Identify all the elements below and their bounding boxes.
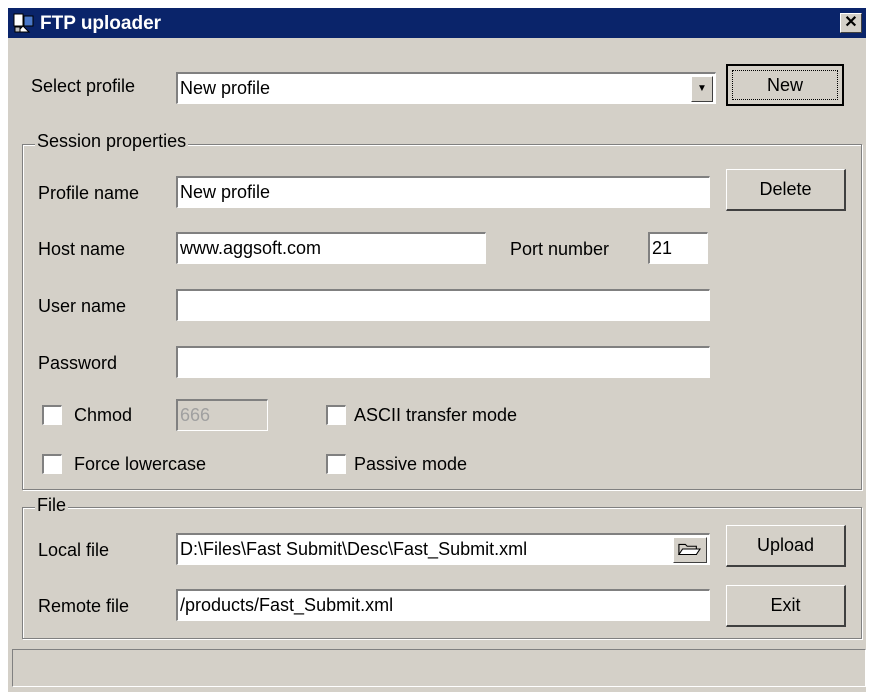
passive-mode-checkbox[interactable] [326,454,346,474]
file-group-title: File [35,495,69,516]
host-name-field[interactable]: www.aggsoft.com [176,232,486,264]
remote-file-label: Remote file [38,596,130,616]
delete-button-label: Delete [759,179,812,199]
chmod-checkbox[interactable] [42,405,62,425]
local-file-label: Local file [38,540,110,560]
local-file-field[interactable]: D:\Files\Fast Submit\Desc\Fast_Submit.xm… [176,533,710,565]
profile-select-value: New profile [180,78,271,98]
select-profile-label: Select profile [31,76,136,96]
session-properties-title: Session properties [35,131,189,152]
remote-file-field[interactable]: /products/Fast_Submit.xml [176,589,710,621]
port-number-field[interactable]: 21 [648,232,708,264]
chmod-field[interactable]: 666 [176,399,268,431]
password-label: Password [38,353,118,373]
chmod-label: Chmod [74,405,133,425]
folder-open-icon[interactable] [673,537,707,563]
ftp-uploader-window: FTP uploader ✕ Select profile New profil… [8,8,866,692]
exit-button-label: Exit [770,595,801,615]
title-bar[interactable]: FTP uploader ✕ [8,8,866,38]
profile-name-field[interactable]: New profile [176,176,710,208]
passive-mode-label: Passive mode [354,454,468,474]
upload-button[interactable]: Upload [726,525,846,567]
host-name-label: Host name [38,239,126,259]
new-button[interactable]: New [726,64,844,106]
local-file-value: D:\Files\Fast Submit\Desc\Fast_Submit.xm… [180,539,528,559]
user-name-field[interactable] [176,289,710,321]
exit-button[interactable]: Exit [726,585,846,627]
ftp-app-icon [13,13,34,33]
force-lowercase-label: Force lowercase [74,454,207,474]
ascii-mode-label: ASCII transfer mode [354,405,518,425]
ascii-mode-checkbox[interactable] [326,405,346,425]
status-bar [12,649,866,687]
user-name-label: User name [38,296,127,316]
profile-select[interactable]: New profile ▼ [176,72,716,104]
upload-button-label: Upload [756,535,815,555]
close-icon[interactable]: ✕ [840,13,862,33]
window-title: FTP uploader [40,13,162,34]
force-lowercase-checkbox[interactable] [42,454,62,474]
profile-name-label: Profile name [38,183,140,203]
chevron-down-icon[interactable]: ▼ [691,76,713,102]
password-field[interactable] [176,346,710,378]
port-number-label: Port number [510,239,610,259]
delete-button[interactable]: Delete [726,169,846,211]
